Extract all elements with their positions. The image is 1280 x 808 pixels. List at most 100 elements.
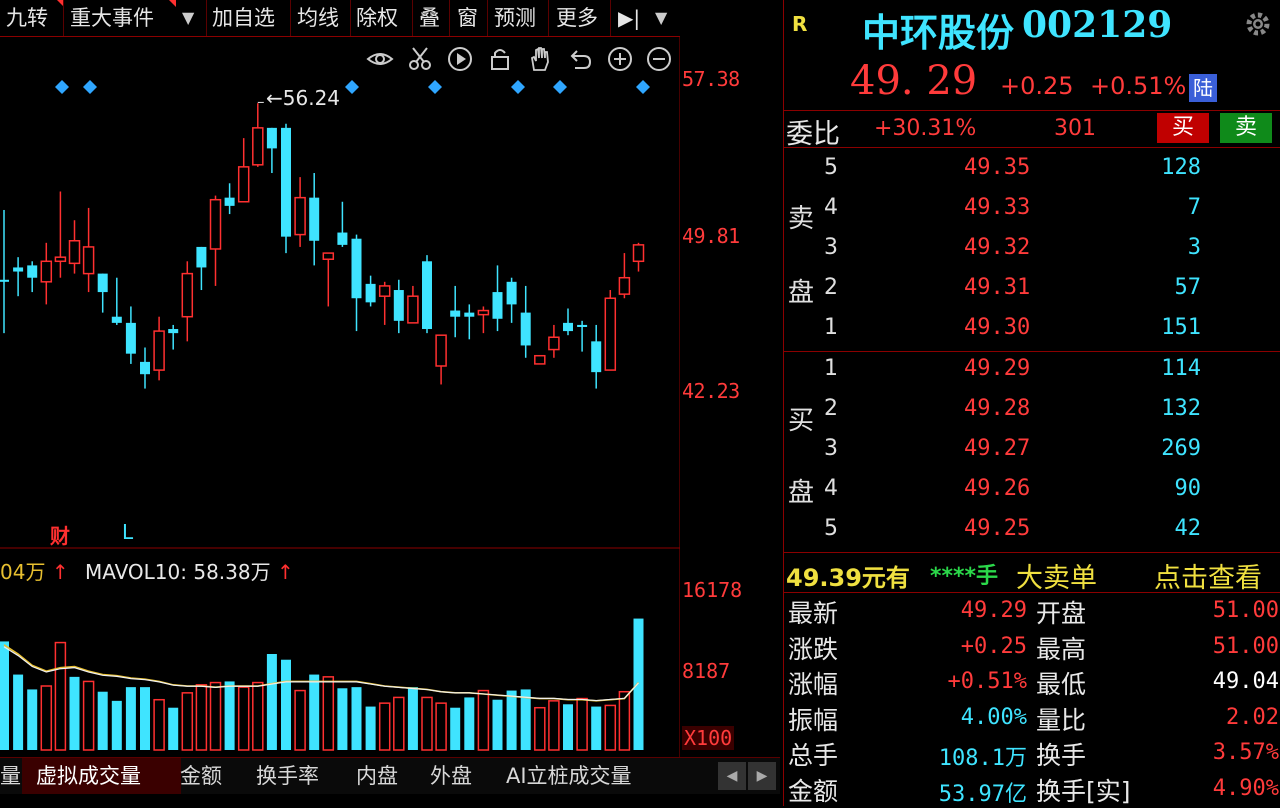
tab-inner-volume[interactable]: 内盘 [356, 758, 398, 794]
vol-axis-label: 8187 [682, 659, 731, 683]
undo-icon[interactable] [565, 44, 595, 74]
stat-label: 量比 [1036, 705, 1087, 735]
candle-body-up [252, 127, 264, 166]
volume-bar-down [281, 659, 291, 750]
buy-button[interactable]: 买 [1157, 113, 1209, 143]
flag-icon [169, 0, 176, 7]
price-axis-label: 42.23 [682, 379, 740, 403]
candle-body-down [365, 283, 376, 303]
volume-bar-up [195, 684, 208, 751]
level-number: 3 [824, 235, 838, 260]
candle-body-down [309, 197, 320, 241]
candle-body-up [618, 276, 631, 295]
toolbar-overlay[interactable]: 叠 [419, 0, 440, 36]
volume-bar-down [168, 707, 179, 750]
candle-body-up [477, 309, 490, 316]
scroll-right-icon[interactable]: ▶ [748, 762, 776, 790]
candle-body-up [54, 256, 67, 263]
kline-chart[interactable] [0, 36, 680, 766]
sell-level-row[interactable]: 3 49.32 3 [784, 235, 1280, 275]
volume-bar-up [82, 680, 95, 751]
tab-outer-volume[interactable]: 外盘 [430, 758, 472, 794]
buy-level-row[interactable]: 4 49.26 90 [784, 476, 1280, 516]
zoom-out-icon[interactable] [644, 44, 674, 74]
toolbar-ma[interactable]: 均线 [297, 0, 339, 36]
level-qty: 57 [1174, 275, 1202, 300]
buy-level-row[interactable]: 5 49.25 42 [784, 516, 1280, 556]
volume-bar-up [534, 706, 546, 751]
volume-bar-up [576, 697, 588, 751]
tab-volume[interactable]: 量 [0, 758, 22, 794]
vol-unit-label: X100 [682, 726, 735, 750]
sell-level-row[interactable]: 5 49.35 128 [784, 155, 1280, 195]
sell-button[interactable]: 卖 [1220, 113, 1272, 143]
scissors-icon[interactable] [405, 44, 435, 74]
chevron-down-icon[interactable]: ▼ [655, 0, 667, 36]
toolbar-exright[interactable]: 除权 [356, 0, 398, 36]
candle-body-down [520, 312, 531, 346]
sell-level-row[interactable]: 4 49.33 7 [784, 195, 1280, 235]
event-diamond-icon[interactable] [428, 80, 442, 94]
candle-body-up [322, 252, 335, 260]
stat-value: 53.97亿 [938, 781, 1027, 807]
sell-level-row[interactable]: 2 49.31 57 [784, 275, 1280, 315]
event-diamond-icon[interactable] [55, 80, 69, 94]
toolbar-major-events[interactable]: 重大事件 [70, 0, 154, 36]
zoom-in-icon[interactable] [605, 44, 635, 74]
candle-body-down [492, 292, 503, 319]
collapse-panel-icon[interactable]: ▶| [618, 0, 640, 36]
play-icon[interactable] [445, 44, 475, 74]
divider [784, 351, 1280, 352]
volume-bar-up [252, 681, 264, 751]
tab-virtual-volume[interactable]: 虚拟成交量 [22, 758, 181, 794]
chevron-down-icon[interactable]: ▼ [182, 0, 194, 36]
event-diamond-icon[interactable] [511, 80, 525, 94]
volume-bar-down [337, 688, 348, 750]
stat-value: 4.00% [960, 704, 1027, 730]
toolbar-forecast[interactable]: 预测 [494, 0, 536, 36]
candle-body-up [40, 260, 53, 283]
event-diamond-icon[interactable] [553, 80, 567, 94]
event-diamond-icon[interactable] [636, 80, 650, 94]
candle-body-up [68, 240, 81, 265]
hand-icon[interactable] [525, 44, 555, 74]
big-order-qty: ****手 [930, 564, 999, 589]
scroll-left-icon[interactable]: ◀ [718, 762, 746, 790]
divider [487, 0, 488, 36]
divider [350, 0, 351, 36]
level-qty: 128 [1161, 155, 1201, 180]
buy-level-row[interactable]: 3 49.27 269 [784, 436, 1280, 476]
event-diamond-icon[interactable] [83, 80, 97, 94]
stat-label: 最新 [788, 599, 839, 628]
candle-body-down [97, 273, 108, 293]
buy-level-row[interactable]: 2 49.28 132 [784, 396, 1280, 436]
level-price: 49.26 [964, 476, 1031, 501]
toolbar-window[interactable]: 窗 [457, 0, 478, 36]
event-diamond-icon[interactable] [345, 80, 359, 94]
buy-level-row[interactable]: 1 49.29 114 [784, 356, 1280, 396]
gear-icon[interactable] [1242, 8, 1274, 40]
volume-bar-down [0, 641, 9, 750]
candle-body-down [27, 265, 38, 278]
candle-body-down [422, 261, 432, 330]
candle-body-down [111, 316, 122, 323]
stat-value: 4.90% [1212, 775, 1279, 801]
tab-ai-volume[interactable]: AI立桩成交量 [506, 758, 632, 794]
volume-bar-down [492, 699, 503, 750]
shenzhen-connect-badge[interactable]: 陆 [1189, 74, 1217, 102]
tab-amount[interactable]: 金额 [180, 758, 222, 794]
stat-label: 换手 [1036, 741, 1087, 770]
volume-bar-up [40, 685, 53, 751]
l-marker[interactable]: L [122, 520, 133, 544]
view-details-link[interactable]: 点击查看 [1154, 556, 1262, 595]
toolbar-more[interactable]: 更多 [556, 0, 598, 36]
toolbar-add-watchlist[interactable]: 加自选 [212, 0, 275, 36]
divider [784, 592, 1280, 593]
tab-turnover[interactable]: 换手率 [256, 758, 319, 794]
sell-level-row[interactable]: 1 49.30 151 [784, 315, 1280, 355]
eye-icon[interactable] [365, 44, 395, 74]
toolbar-jiuzhuan[interactable]: 九转 [6, 0, 48, 36]
lock-icon[interactable] [485, 44, 515, 74]
finance-marker[interactable]: 财 [50, 520, 70, 549]
candle-body-up [534, 354, 546, 365]
